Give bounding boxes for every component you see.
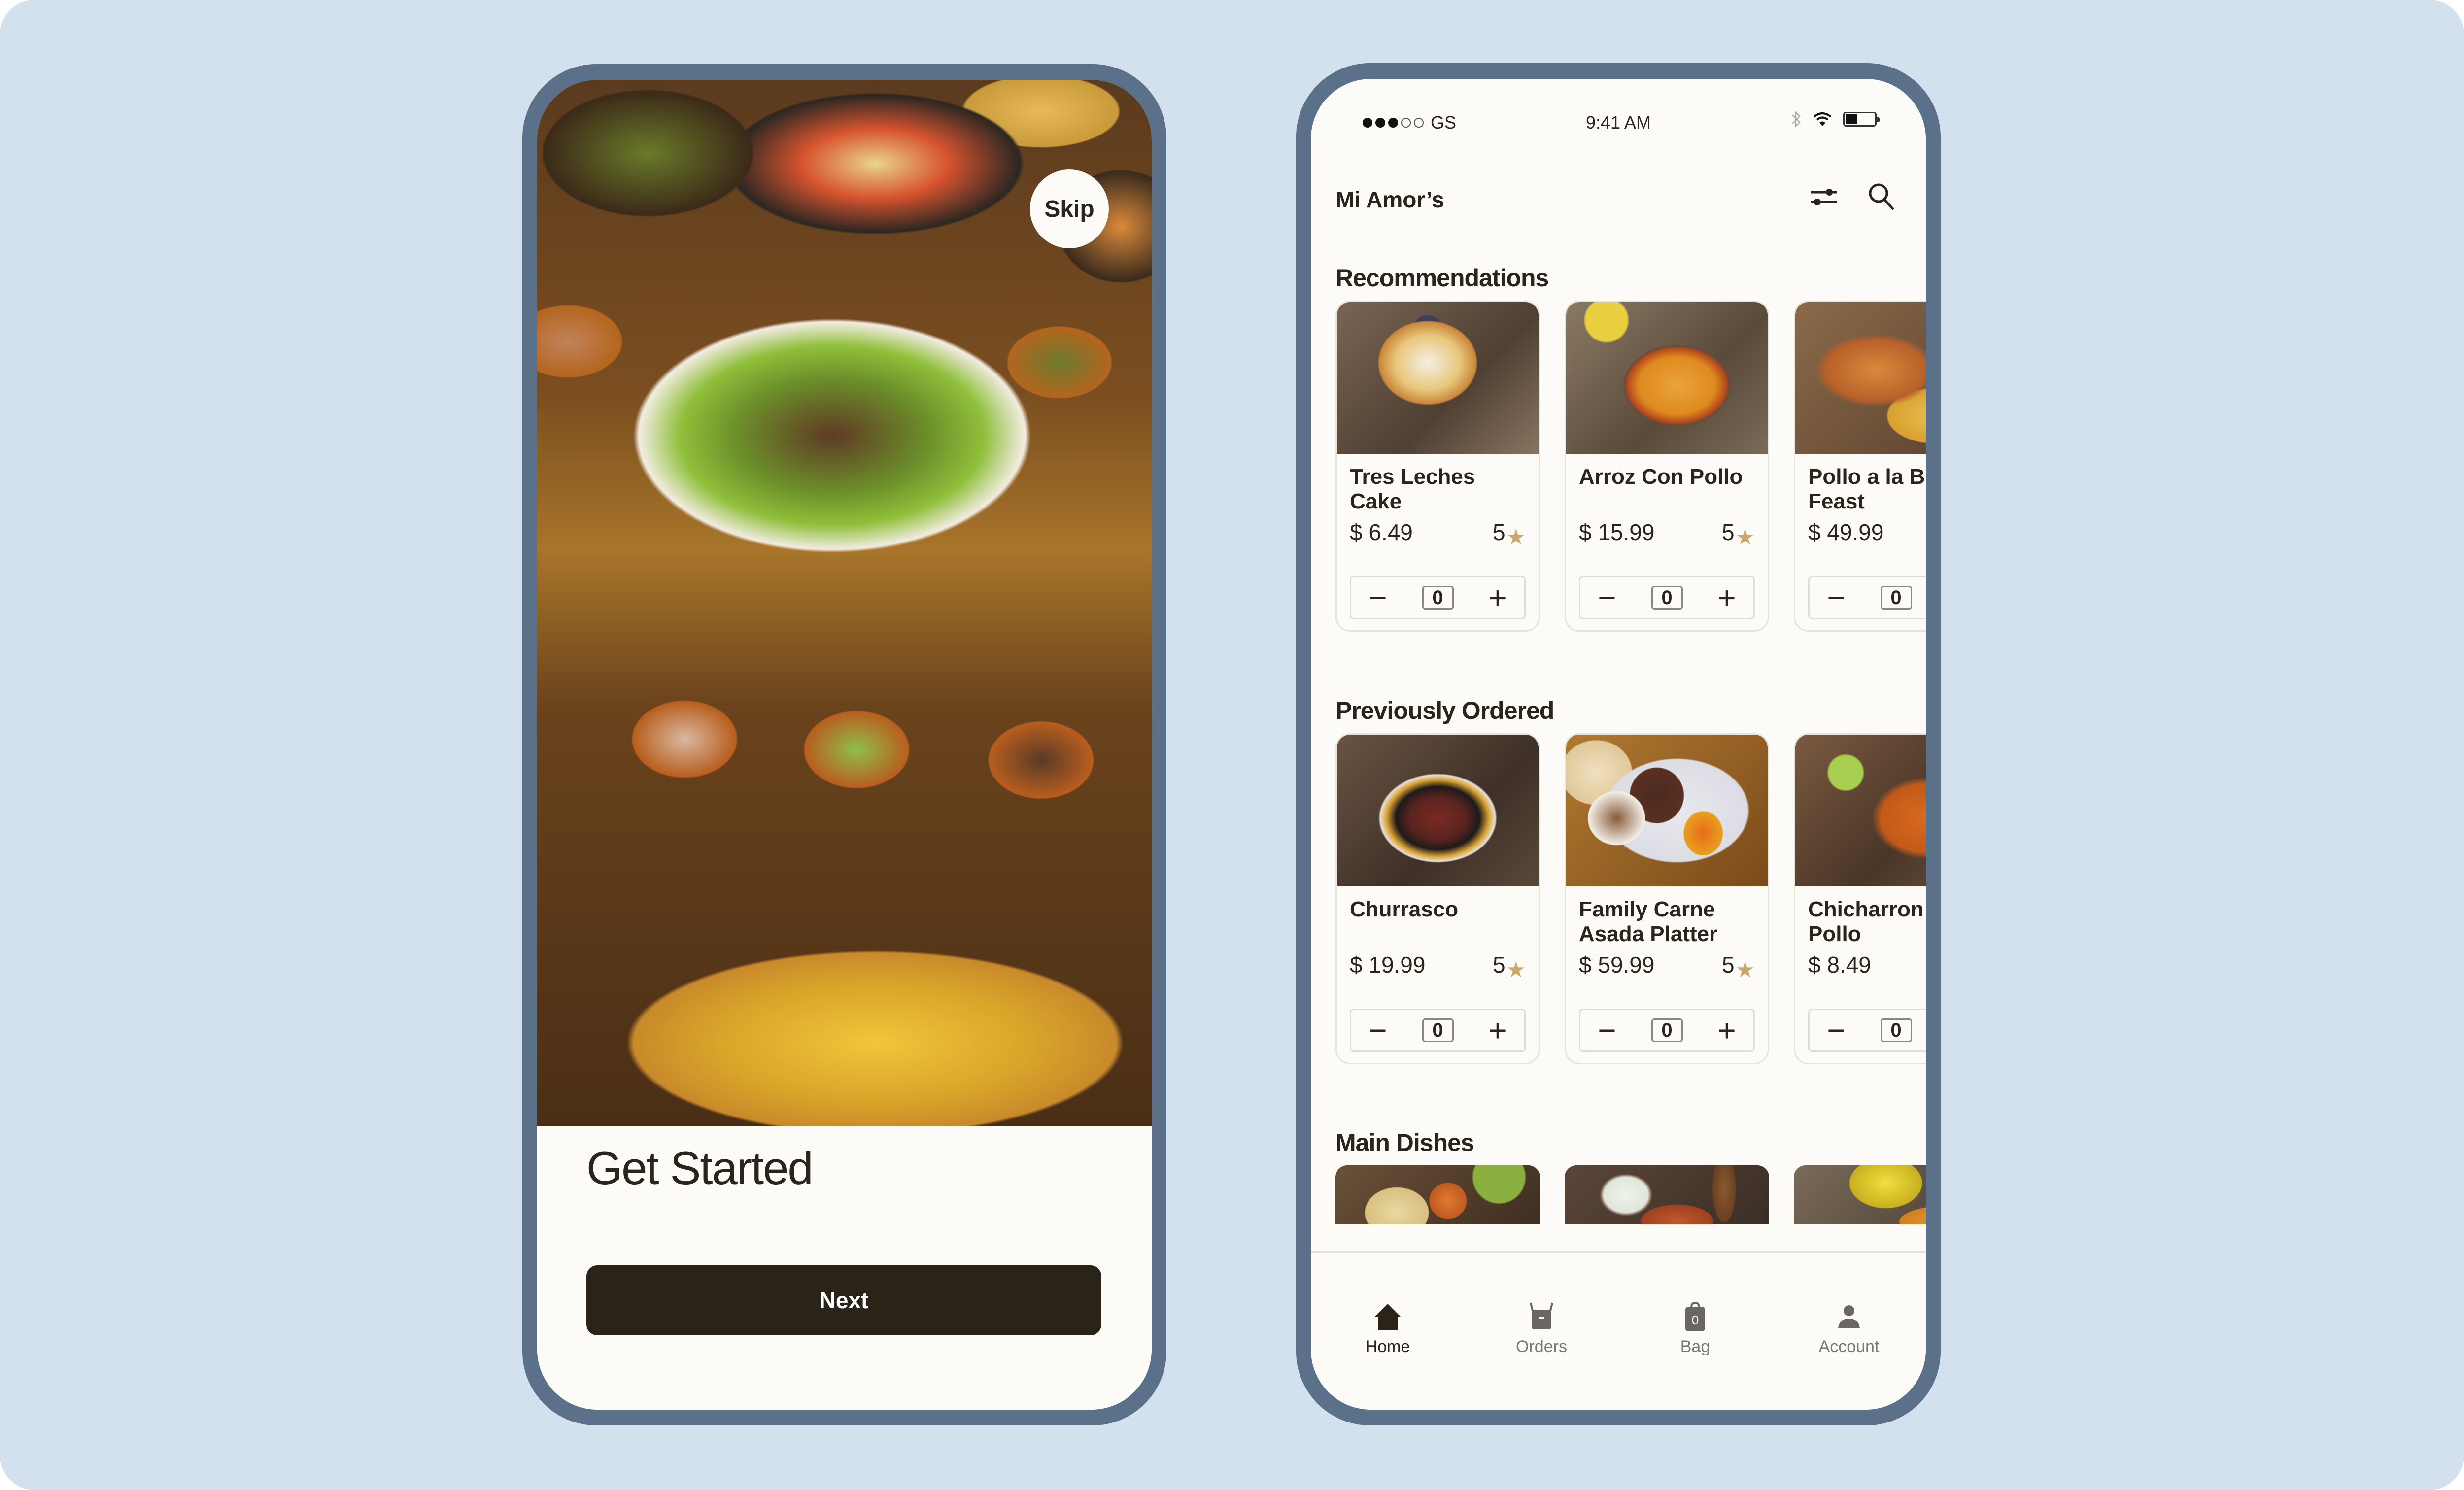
quantity-value[interactable]: 0 [1880,1018,1912,1042]
section-title-main-dishes: Main Dishes [1335,1129,1474,1156]
onboarding-headline: Get Started [586,1142,814,1194]
product-price: $ 15.99 [1579,519,1655,545]
product-image [1795,735,1926,886]
product-name: Family Carne Asada Platter [1579,897,1718,946]
product-image [1795,302,1926,454]
product-name: Churrasco [1350,897,1459,921]
product-card[interactable]: Chicharron de Pollo $ 8.49 − 0 + [1794,733,1926,1064]
star-icon: ★ [1506,958,1526,982]
quantity-value[interactable]: 0 [1651,586,1683,610]
increase-button[interactable]: + [1712,1015,1742,1046]
product-rating: 5 ★ [1721,519,1755,549]
next-button[interactable]: Next [586,1265,1101,1335]
rating-value: 5 [1492,952,1506,978]
bag-count: 0 [1692,1313,1699,1327]
section-title-recommendations: Recommendations [1335,264,1549,292]
rating-value: 5 [1721,519,1735,545]
bottom-tab-bar: Home Orders 0 Bag Account [1311,1301,1926,1380]
battery-icon [1843,112,1880,127]
product-card[interactable]: Arroz Con Pollo $ 15.99 5 ★ − 0 + [1565,301,1769,632]
section-title-previously-ordered: Previously Ordered [1335,697,1554,724]
tab-home[interactable]: Home [1311,1301,1465,1380]
decrease-button[interactable]: − [1821,582,1851,613]
product-name: Arroz Con Pollo [1579,465,1743,489]
tab-bag[interactable]: 0 Bag [1618,1301,1772,1380]
quantity-stepper: − 0 + [1579,1009,1755,1052]
status-bar: GS 9:41 AM [1311,103,1926,138]
product-price: $ 8.49 [1808,952,1871,978]
account-icon [1838,1305,1860,1328]
home-icon [1375,1304,1401,1330]
tab-label: Home [1365,1337,1410,1356]
main-dish-thumbnail[interactable] [1335,1165,1540,1224]
star-icon: ★ [1506,525,1526,549]
tab-label: Orders [1516,1337,1567,1356]
quantity-stepper: − 0 + [1350,1009,1526,1052]
quantity-value[interactable]: 0 [1651,1018,1683,1042]
app-title: Mi Amor’s [1335,187,1444,212]
product-image [1337,302,1539,454]
tab-orders[interactable]: Orders [1465,1301,1618,1380]
product-image [1337,735,1539,886]
product-card[interactable]: Pollo a la Brasa Feast $ 49.99 − 0 + [1794,301,1926,632]
increase-button[interactable]: + [1483,1015,1512,1046]
product-price: $ 19.99 [1350,952,1426,978]
phone-onboarding: Skip Get Started Next [522,64,1166,1425]
decrease-button[interactable]: − [1592,582,1622,613]
decrease-button[interactable]: − [1821,1015,1851,1046]
decrease-button[interactable]: − [1363,582,1393,613]
orders-icon [1530,1302,1553,1329]
home-screen: GS 9:41 AM Mi Amor’s Recommendations Tre… [1311,79,1926,1410]
main-dish-thumbnail[interactable] [1794,1165,1926,1224]
rating-value: 5 [1721,952,1735,978]
recommendations-row[interactable]: Tres Leches Cake $ 6.49 5 ★ − 0 + Arroz C… [1335,301,1926,632]
sliders-icon[interactable] [1810,186,1838,208]
main-dish-thumbnail[interactable] [1565,1165,1769,1224]
quantity-value[interactable]: 0 [1880,586,1912,610]
bag-icon: 0 [1685,1301,1705,1331]
search-icon[interactable] [1868,182,1896,212]
presentation-background [0,0,2464,1490]
increase-button[interactable]: + [1712,582,1742,613]
main-dishes-row[interactable] [1335,1165,1926,1224]
star-icon: ★ [1735,958,1755,982]
tab-account[interactable]: Account [1772,1301,1926,1380]
star-icon: ★ [1735,525,1755,549]
product-rating: 5 ★ [1492,519,1526,549]
quantity-value[interactable]: 0 [1422,1018,1454,1042]
product-image [1566,302,1768,454]
quantity-value[interactable]: 0 [1422,586,1454,610]
product-price: $ 49.99 [1808,519,1884,545]
product-card[interactable]: Family Carne Asada Platter $ 59.99 5 ★ − … [1565,733,1769,1064]
product-name: Pollo a la Brasa Feast [1808,465,1926,513]
product-price: $ 6.49 [1350,519,1413,545]
onboarding-screen: Skip Get Started Next [537,80,1152,1410]
skip-button[interactable]: Skip [1030,169,1109,248]
rating-value: 5 [1492,519,1506,545]
quantity-stepper: − 0 + [1579,576,1755,619]
previously-ordered-row[interactable]: Churrasco $ 19.99 5 ★ − 0 + Family Carne … [1335,733,1926,1064]
quantity-stepper: − 0 + [1350,576,1526,619]
product-price: $ 59.99 [1579,952,1655,978]
battery-fill [1846,114,1857,124]
bluetooth-icon [1792,110,1801,128]
product-name: Tres Leches Cake [1350,465,1475,513]
wifi-icon [1813,112,1832,126]
quantity-stepper: − 0 + [1808,576,1926,619]
increase-button[interactable]: + [1483,582,1512,613]
product-card[interactable]: Churrasco $ 19.99 5 ★ − 0 + [1335,733,1540,1064]
phone-home: GS 9:41 AM Mi Amor’s Recommendations Tre… [1296,63,1941,1425]
decrease-button[interactable]: − [1592,1015,1622,1046]
decrease-button[interactable]: − [1363,1015,1393,1046]
product-card[interactable]: Tres Leches Cake $ 6.49 5 ★ − 0 + [1335,301,1540,632]
tabbar-divider [1311,1251,1926,1253]
product-rating: 5 ★ [1492,951,1526,982]
tab-label: Bag [1680,1337,1711,1356]
product-rating: 5 ★ [1721,951,1755,982]
tab-label: Account [1818,1337,1880,1356]
product-image [1566,735,1768,886]
quantity-stepper: − 0 + [1808,1009,1926,1052]
product-name: Chicharron de Pollo [1808,897,1926,946]
